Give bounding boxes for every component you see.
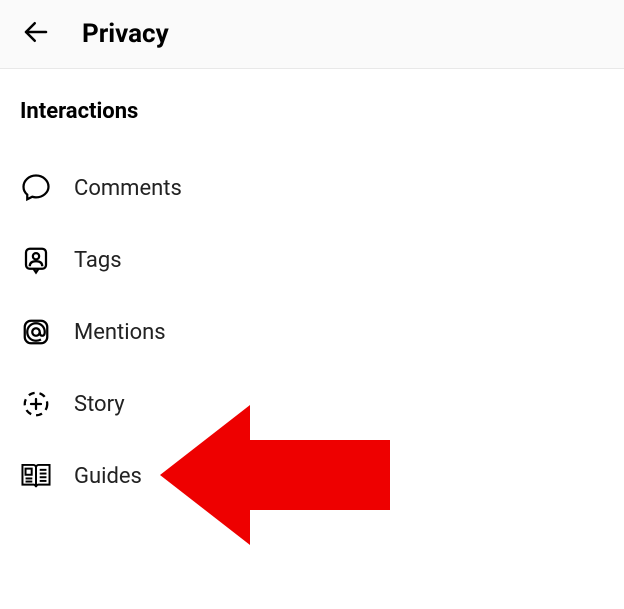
content: Interactions Comments Tags [0, 69, 624, 512]
menu-item-comments[interactable]: Comments [20, 152, 604, 224]
menu-item-tags[interactable]: Tags [20, 224, 604, 296]
menu-item-story[interactable]: Story [20, 368, 604, 440]
menu-label: Tags [74, 248, 122, 273]
tag-icon [20, 244, 52, 276]
menu-item-mentions[interactable]: Mentions [20, 296, 604, 368]
back-button[interactable] [20, 18, 52, 50]
menu-label: Story [74, 392, 125, 417]
menu-item-guides[interactable]: Guides [20, 440, 604, 512]
header: Privacy [0, 0, 624, 69]
menu-label: Mentions [74, 320, 166, 345]
guides-icon [20, 460, 52, 492]
story-icon [20, 388, 52, 420]
section-title: Interactions [20, 99, 604, 124]
menu-label: Comments [74, 176, 182, 201]
arrow-left-icon [21, 17, 51, 51]
page-title: Privacy [82, 19, 169, 49]
mention-icon [20, 316, 52, 348]
comment-icon [20, 172, 52, 204]
menu-label: Guides [74, 464, 142, 489]
